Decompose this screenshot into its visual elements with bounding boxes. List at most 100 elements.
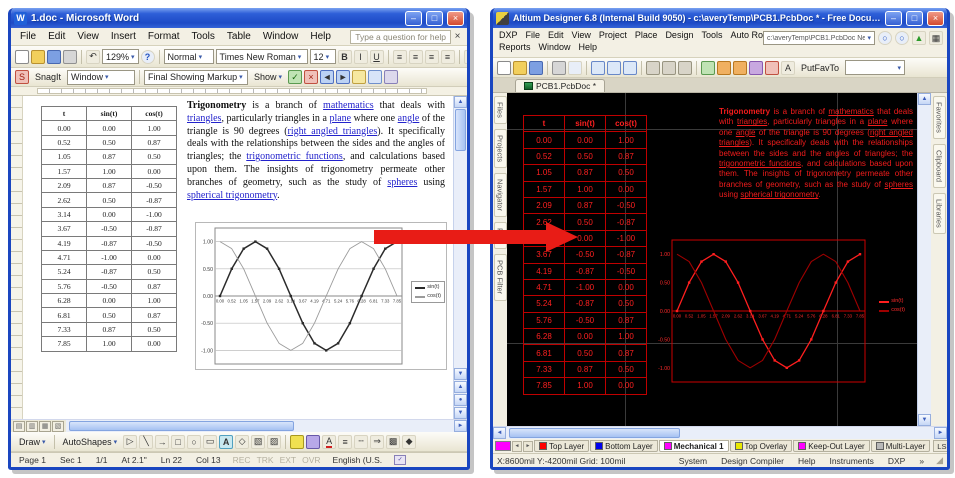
word-fill-color-icon[interactable] — [290, 435, 304, 449]
style-combo[interactable]: Normal▾ — [164, 49, 214, 64]
word-arrow-icon[interactable]: → — [155, 435, 169, 449]
altium-forward-icon[interactable]: ○ — [895, 31, 909, 45]
maximize-button[interactable]: □ — [426, 11, 443, 26]
snagit-button[interactable]: SnagIt — [31, 69, 65, 85]
hyperlink-spheres[interactable]: spheres — [387, 177, 417, 188]
hyperlink-spherical-trigonometry[interactable]: spherical trigonometry — [187, 190, 277, 201]
next-page-icon[interactable]: ▼ — [454, 407, 467, 419]
word-shadow-style-icon[interactable]: ▩ — [386, 435, 400, 449]
altium-new-icon[interactable] — [497, 61, 511, 75]
word-previous-change-icon[interactable]: ◄ — [320, 70, 334, 84]
altium-titlebar[interactable]: Altium Designer 6.8 (Internal Build 9050… — [493, 8, 947, 28]
word-line-style-icon[interactable]: ≡ — [338, 435, 352, 449]
menu-file[interactable]: File — [14, 30, 42, 43]
panel-tab-pcb[interactable]: PCB — [494, 222, 507, 249]
hyperlink-spherical-trigonometry[interactable]: spherical trigonometry — [740, 190, 818, 199]
menu-tools[interactable]: Tools — [186, 30, 221, 43]
filter-combo[interactable]: ▾ — [845, 60, 905, 75]
altium-up-one-level-icon[interactable]: ▲ — [912, 31, 926, 45]
word-rectangle-icon[interactable]: □ — [171, 435, 185, 449]
putfavto-button[interactable]: PutFavTo — [797, 60, 843, 76]
minimize-button[interactable]: – — [405, 11, 422, 26]
word-select-objects-icon[interactable]: ▷ — [123, 435, 137, 449]
menu-insert[interactable]: Insert — [105, 30, 142, 43]
pcb-canvas[interactable]: tsin(t)cos(t)0.000.001.000.520.500.871.0… — [507, 93, 917, 426]
word-outline-view-icon[interactable]: ▧ — [52, 421, 64, 432]
word-print-layout-icon[interactable]: ▦ — [39, 421, 51, 432]
word-insert-picture-icon[interactable]: ▨ — [267, 435, 281, 449]
close-button[interactable]: × — [927, 11, 944, 26]
word-3d-style-icon[interactable]: ◆ — [402, 435, 416, 449]
scroll-up-icon[interactable]: ▲ — [454, 96, 467, 108]
layer-tab-multi-layer[interactable]: Multi-Layer — [871, 440, 931, 452]
flag-rec[interactable]: REC — [233, 455, 251, 465]
close-button[interactable]: × — [447, 11, 464, 26]
flag-trk[interactable]: TRK — [257, 455, 274, 465]
layer-scroll-left-icon[interactable]: ◄ — [512, 441, 522, 452]
altium-save-icon[interactable] — [529, 61, 543, 75]
word-save-icon[interactable] — [47, 50, 61, 64]
spellcheck-book-icon[interactable]: ✓ — [394, 455, 406, 465]
markup-combo[interactable]: Final Showing Markup▾ — [144, 70, 248, 85]
altium-paste-icon[interactable] — [678, 61, 692, 75]
panel-btn-help[interactable]: Help — [796, 456, 817, 466]
scroll-right-icon[interactable]: ► — [934, 427, 947, 439]
scroll-right-icon[interactable]: ► — [454, 420, 467, 432]
menu-project[interactable]: Project — [595, 29, 631, 41]
word-ruler[interactable] — [11, 87, 467, 96]
font-combo[interactable]: Times New Roman▾ — [216, 49, 308, 64]
maximize-button[interactable]: □ — [906, 11, 923, 26]
help-icon[interactable]: ? — [141, 50, 155, 64]
altium-print-icon[interactable] — [552, 61, 566, 75]
flag-ext[interactable]: EXT — [280, 455, 297, 465]
word-document-page[interactable]: tsin(t)cos(t)0.000.001.000.520.500.871.0… — [23, 96, 453, 419]
altium-place-line-icon[interactable] — [701, 61, 715, 75]
select-browse-object-icon[interactable]: ● — [454, 394, 467, 406]
panel-tab-navigator[interactable]: Navigator — [494, 173, 507, 217]
word-normal-view-icon[interactable]: ▤ — [13, 421, 25, 432]
word-italic-button[interactable]: I — [354, 50, 368, 64]
altium-open-icon[interactable] — [513, 61, 527, 75]
word-align-left-icon[interactable]: ≡ — [393, 50, 407, 64]
panel-btn-dxp[interactable]: DXP — [886, 456, 907, 466]
word-print-icon[interactable] — [63, 50, 77, 64]
menu-help[interactable]: Help — [304, 30, 337, 43]
word-bold-button[interactable]: B — [338, 50, 352, 64]
word-new-document-icon[interactable] — [15, 50, 29, 64]
canvas-vertical-scrollbar[interactable]: ▲ ▼ — [917, 93, 931, 426]
altium-copy-icon[interactable] — [662, 61, 676, 75]
hscroll-thumb[interactable] — [69, 421, 294, 431]
word-align-center-icon[interactable]: ≡ — [409, 50, 423, 64]
hyperlink-plane[interactable]: plane — [329, 113, 351, 124]
word-next-change-icon[interactable]: ► — [336, 70, 350, 84]
hyperlink-angle[interactable]: angle — [736, 128, 756, 137]
hyperlink-right-angled-triangles[interactable]: right angled triangles — [288, 126, 378, 137]
menu-window[interactable]: Window — [535, 41, 575, 53]
menu-reports[interactable]: Reports — [495, 41, 535, 53]
panel-btn-instruments[interactable]: Instruments — [827, 456, 875, 466]
snagit-icon[interactable]: S — [15, 70, 29, 84]
altium-favorites-grid-icon[interactable]: ▦ — [929, 31, 943, 45]
font-size-combo[interactable]: 12▾ — [310, 49, 336, 64]
word-borders-icon[interactable]: ▦ — [464, 50, 467, 64]
panel-btn-system[interactable]: System — [677, 456, 709, 466]
word-diagram-icon[interactable]: ◇ — [235, 435, 249, 449]
snagit-window-combo[interactable]: Window▾ — [67, 70, 135, 85]
pcb-trig-table[interactable]: tsin(t)cos(t)0.000.001.000.520.500.871.0… — [523, 115, 647, 395]
word-wordart-icon[interactable]: A — [219, 435, 233, 449]
layer-btn-ls[interactable]: LS — [933, 440, 947, 452]
panel-tab-files[interactable]: Files — [494, 96, 507, 124]
word-arrow-style-icon[interactable]: ⇒ — [370, 435, 384, 449]
panel-tab-pcb-filter[interactable]: PCB Filter — [494, 254, 507, 300]
layer-tab-top-layer[interactable]: Top Layer — [534, 440, 589, 452]
layer-tab-top-overlay[interactable]: Top Overlay — [730, 440, 793, 452]
word-line-color-icon[interactable] — [306, 435, 320, 449]
word-underline-button[interactable]: U — [370, 50, 384, 64]
altium-place-string-icon[interactable]: A — [781, 61, 795, 75]
menu-edit[interactable]: Edit — [544, 29, 568, 41]
altium-place-polygon-icon[interactable] — [765, 61, 779, 75]
panel-btn-design-compiler[interactable]: Design Compiler — [719, 456, 786, 466]
document-close-icon[interactable]: × — [451, 31, 464, 42]
pcb-trig-chart[interactable]: 1.000.500.00-0.50-1.000.000.521.051.572.… — [653, 235, 909, 387]
hyperlink-trigonometric-functions[interactable]: trigonometric functions — [246, 151, 343, 162]
